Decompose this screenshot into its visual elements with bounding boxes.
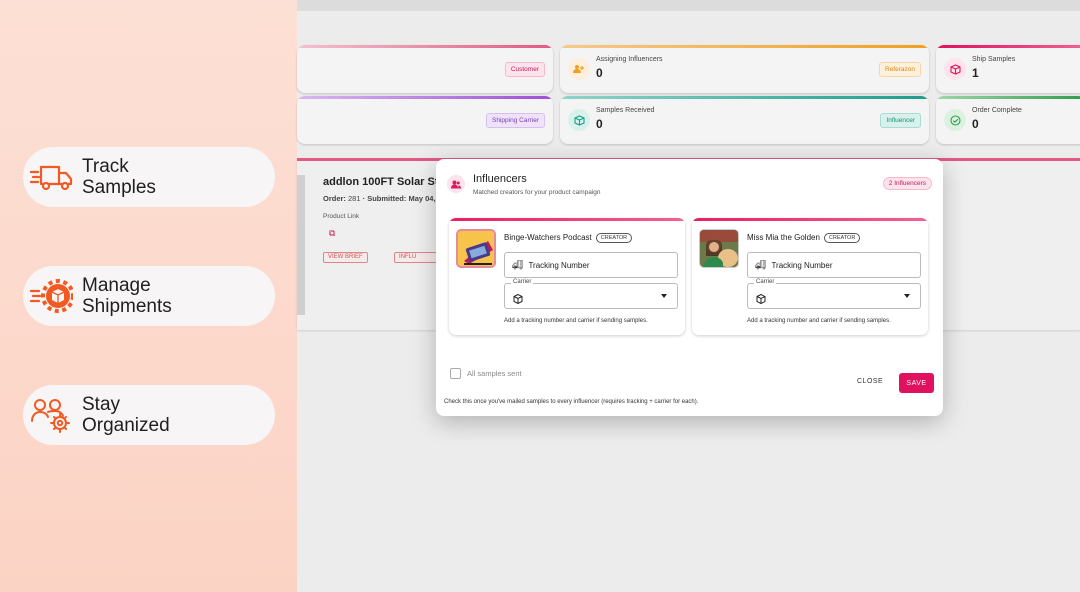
stat-value: 0 (596, 117, 603, 131)
dialog-title: Influencers (473, 173, 527, 185)
box-icon (944, 58, 966, 80)
checkbox[interactable] (450, 368, 461, 379)
check-circle-icon (944, 109, 966, 131)
view-brief-button[interactable]: VIEW BRIEF (323, 252, 368, 263)
influencer-name: Binge-Watchers Podcast CREATOR (504, 233, 633, 243)
stat-chip: Referazon (879, 62, 921, 77)
feature-label: Stay Organized (82, 394, 170, 436)
stat-label: Assigning Influencers (596, 56, 663, 63)
tracking-number-field[interactable]: 🚚︎ Tracking Number (504, 252, 678, 278)
truck-icon: 🚚︎ (755, 259, 767, 270)
feature-stay-organized: Stay Organized (23, 385, 275, 445)
product-title: addlon 100FT Solar St (323, 176, 439, 188)
creator-tag: CREATOR (595, 233, 633, 243)
product-meta: Order: 281 · Submitted: May 04, (323, 194, 436, 203)
external-link-icon[interactable]: ⧉ (329, 228, 335, 239)
close-button[interactable]: CLOSE (857, 378, 883, 385)
truck-icon: 🚚︎ (512, 259, 524, 270)
product-link-label: Product Link (323, 213, 360, 220)
stat-value: 0 (972, 117, 979, 131)
carrier-label: Carrier (511, 279, 534, 285)
stat-card-ship[interactable]: Ship Samples 1 (936, 45, 1080, 93)
save-button[interactable]: SAVE (899, 373, 934, 393)
people-add-icon (568, 58, 590, 80)
stat-value: 0 (596, 66, 603, 80)
feature-manage-shipments: Manage Shipments (23, 266, 275, 326)
stat-label: Order Complete (972, 107, 1022, 114)
people-icon (447, 175, 465, 193)
dialog-note: Check this once you've mailed samples to… (444, 399, 699, 405)
tracking-number-field[interactable]: 🚚︎ Tracking Number (747, 252, 921, 278)
all-samples-sent-checkbox[interactable]: All samples sent (450, 368, 522, 379)
influencer-card: Binge-Watchers Podcast CREATOR 🚚︎ Trackin… (449, 218, 685, 335)
top-bar (297, 0, 1080, 11)
carrier-label: Carrier (754, 279, 777, 285)
influencer-help-text: Add a tracking number and carrier if sen… (504, 318, 648, 324)
chevron-down-icon (904, 294, 910, 298)
influencers-dialog: Influencers Matched creators for your pr… (436, 159, 943, 416)
product-thumbnail (297, 175, 305, 315)
stat-chip: Shipping Carrier (486, 113, 545, 128)
influencer-help-text: Add a tracking number and carrier if sen… (747, 318, 891, 324)
carrier-select[interactable]: Carrier (504, 279, 678, 309)
stat-card[interactable]: Shipping Carrier (297, 96, 553, 144)
checkbox-label: All samples sent (467, 369, 522, 378)
feature-label: Track Samples (82, 156, 156, 198)
carrier-select[interactable]: Carrier (747, 279, 921, 309)
box-icon (568, 109, 590, 131)
truck-icon (28, 159, 74, 195)
promo-panel: Track Samples Manage Shipments Stay Orga… (0, 0, 297, 592)
stat-card-received[interactable]: Samples Received 0 Influencer (560, 96, 929, 144)
feature-track-samples: Track Samples (23, 147, 275, 207)
avatar (456, 229, 496, 268)
stat-card-complete[interactable]: Order Complete 0 (936, 96, 1080, 144)
team-gear-icon (28, 397, 74, 433)
dialog-subtitle: Matched creators for your product campai… (473, 189, 601, 196)
influencer-name: Miss Mia the Golden CREATOR (747, 233, 861, 243)
influencer-count-badge: 2 Influencers (882, 177, 932, 190)
stat-chip: Customer (504, 62, 545, 77)
avatar (699, 229, 739, 268)
creator-tag: CREATOR (823, 233, 861, 243)
influencer-card: Miss Mia the Golden CREATOR 🚚︎ Tracking N… (692, 218, 928, 335)
stat-card-assigning[interactable]: Assigning Influencers 0 Referazon (560, 45, 929, 93)
influencers-button[interactable]: INFLU (394, 252, 438, 263)
stat-card[interactable]: Customer (297, 45, 553, 93)
stat-chip: Influencer (880, 113, 921, 128)
box-icon (513, 291, 523, 309)
stat-value: 1 (972, 66, 979, 80)
stat-label: Ship Samples (972, 56, 1016, 63)
box-icon (756, 291, 766, 309)
chevron-down-icon (661, 294, 667, 298)
gear-box-icon (28, 278, 74, 314)
stat-label: Samples Received (596, 107, 655, 114)
feature-label: Manage Shipments (82, 275, 172, 317)
